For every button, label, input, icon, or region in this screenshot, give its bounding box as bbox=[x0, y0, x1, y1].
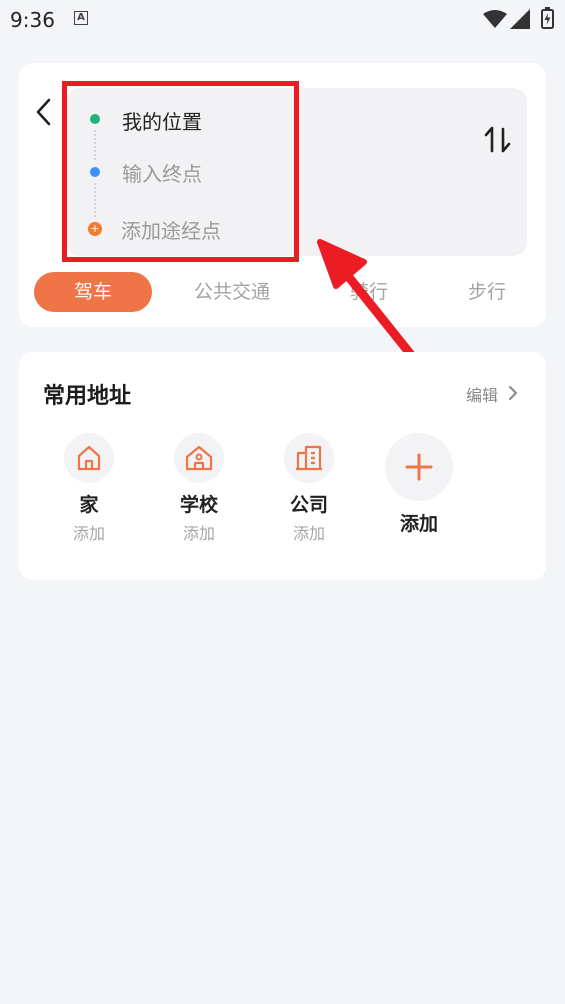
home-label: 家 bbox=[79, 494, 99, 516]
school-icon bbox=[185, 445, 213, 471]
chevron-right-icon[interactable] bbox=[508, 385, 518, 401]
school-address-button[interactable] bbox=[174, 433, 224, 483]
office-icon bbox=[296, 445, 322, 471]
annotation-arrow-icon bbox=[317, 239, 425, 371]
common-address-title: 常用地址 bbox=[43, 384, 132, 409]
home-icon bbox=[77, 445, 101, 471]
home-address-button[interactable] bbox=[64, 433, 114, 483]
office-add-label: 添加 bbox=[292, 524, 325, 543]
home-add-label: 添加 bbox=[72, 524, 105, 543]
school-add-label: 添加 bbox=[182, 524, 215, 543]
plus-icon bbox=[405, 453, 433, 481]
edit-button[interactable]: 编辑 bbox=[466, 382, 498, 406]
add-address-button[interactable] bbox=[385, 433, 453, 501]
school-label: 学校 bbox=[179, 494, 218, 516]
add-address-label: 添加 bbox=[399, 513, 438, 535]
office-label: 公司 bbox=[289, 494, 328, 516]
office-address-button[interactable] bbox=[284, 433, 334, 483]
